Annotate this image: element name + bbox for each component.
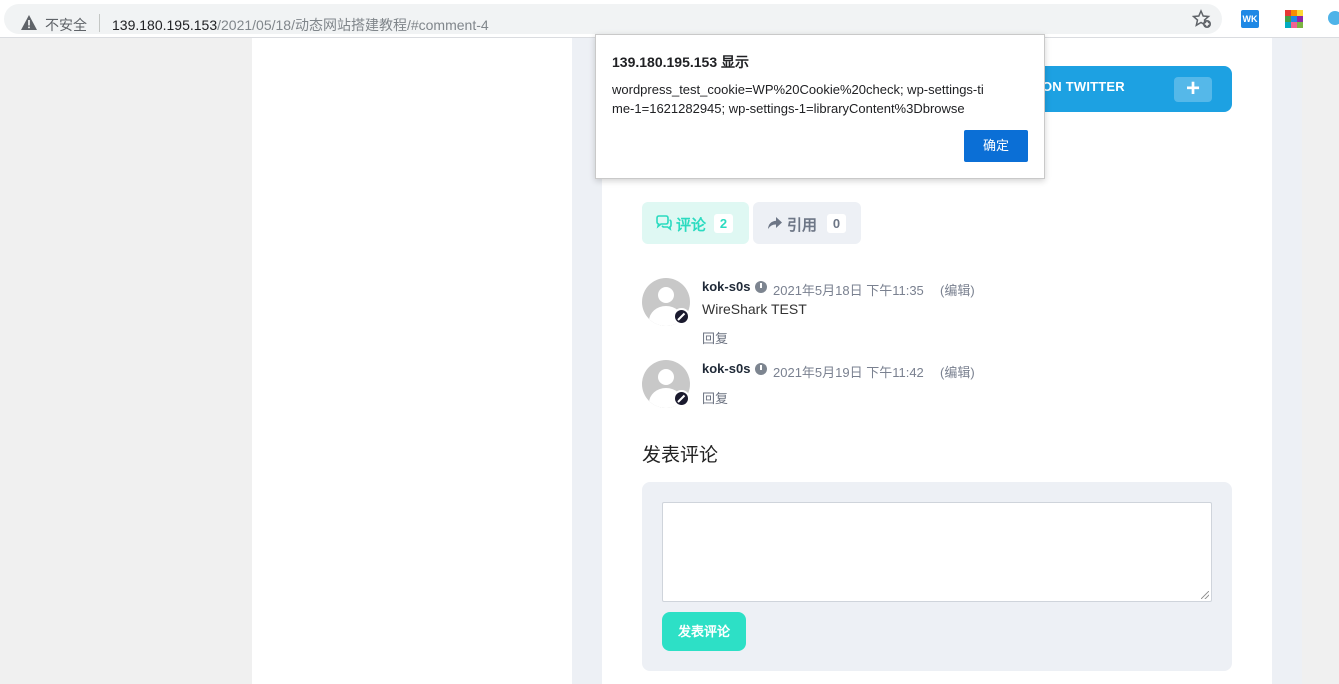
alert-message: wordpress_test_cookie=WP%20Cookie%20chec…: [612, 82, 984, 116]
submit-comment-button[interactable]: 发表评论: [662, 612, 746, 651]
browser-toolbar: 不安全 139.180.195.153/2021/05/18/动态网站搭建教程/…: [0, 0, 1339, 38]
reply-link[interactable]: 回复: [702, 388, 728, 407]
author-badge-icon: [673, 308, 690, 325]
warning-icon[interactable]: [20, 14, 38, 32]
comment-author[interactable]: kok-s0s: [702, 279, 750, 294]
alert-title: 139.180.195.153 显示: [612, 54, 749, 70]
url-text[interactable]: 139.180.195.153/2021/05/18/动态网站搭建教程/#com…: [112, 15, 489, 35]
plus-icon: +: [1174, 77, 1212, 102]
comment-edit-link[interactable]: (编辑): [940, 362, 975, 381]
comment-item: kok-s0s 2021年5月18日 下午11:35 (编辑) WireShar…: [642, 278, 1042, 348]
clock-icon: [755, 281, 767, 293]
comment-time[interactable]: 2021年5月19日 下午11:42: [773, 362, 924, 381]
comment-item: kok-s0s 2021年5月19日 下午11:42 (编辑) 回复: [642, 360, 1042, 410]
share-twitter-button[interactable]: ON TWITTER +: [1020, 66, 1232, 112]
tab-comments-label: 评论: [676, 217, 707, 234]
url-host: 139.180.195.153: [112, 17, 218, 33]
author-badge-icon: [673, 390, 690, 407]
reply-link[interactable]: 回复: [702, 328, 728, 347]
post-comment-heading: 发表评论: [642, 445, 719, 466]
divider: [99, 14, 100, 32]
address-bar[interactable]: 不安全 139.180.195.153/2021/05/18/动态网站搭建教程/…: [4, 4, 1222, 34]
extension-wk-icon[interactable]: WK: [1241, 10, 1259, 28]
url-path: /2021/05/18/动态网站搭建教程/#comment-4: [217, 17, 489, 33]
comments-icon: [656, 215, 672, 231]
tab-comments[interactable]: 评论 2: [642, 202, 749, 244]
right-gutter: [1302, 38, 1339, 684]
tab-references-count: 0: [827, 214, 846, 233]
left-gutter: [0, 38, 252, 684]
clock-icon: [755, 363, 767, 375]
resize-handle[interactable]: [1201, 591, 1209, 599]
comment-text: WireShark TEST: [702, 301, 807, 317]
share-icon: [768, 217, 782, 229]
alert-ok-button[interactable]: 确定: [964, 130, 1028, 162]
comment-author[interactable]: kok-s0s: [702, 361, 750, 376]
bookmark-star-icon[interactable]: [1192, 9, 1212, 29]
tab-comments-count: 2: [714, 214, 733, 233]
left-sidebar: [252, 38, 572, 684]
alert-dialog: 139.180.195.153 显示 wordpress_test_cookie…: [595, 34, 1045, 179]
security-status[interactable]: 不安全: [45, 15, 87, 35]
comment-edit-link[interactable]: (编辑): [940, 280, 975, 299]
extension-cloud-icon[interactable]: [1328, 11, 1339, 25]
comment-textarea[interactable]: [662, 502, 1212, 602]
tab-references[interactable]: 引用 0: [753, 202, 861, 244]
extension-color-grid-icon[interactable]: [1285, 10, 1303, 28]
tab-references-label: 引用: [787, 217, 818, 234]
share-twitter-label: ON TWITTER: [1042, 79, 1125, 94]
comment-time[interactable]: 2021年5月18日 下午11:35: [773, 280, 924, 299]
